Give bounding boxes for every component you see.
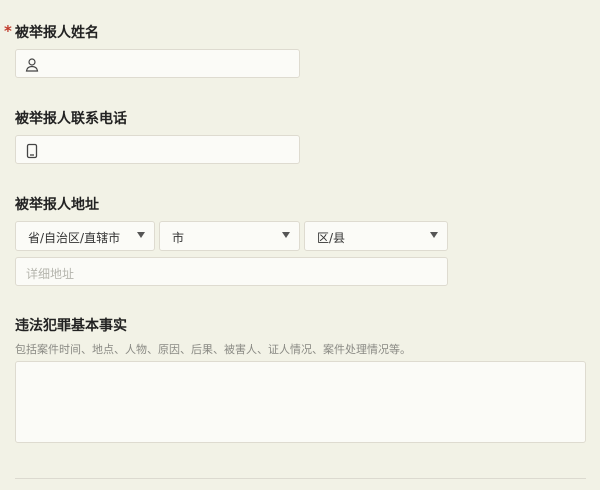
province-select-value: 省/自治区/直辖市 — [28, 231, 121, 245]
divider — [15, 478, 586, 479]
facts-textarea[interactable] — [15, 361, 586, 443]
required-mark: * — [4, 22, 12, 40]
province-select[interactable]: 省/自治区/直辖市 — [15, 221, 155, 251]
address-detail-placeholder: 详细地址 — [26, 267, 75, 281]
chevron-down-icon — [430, 232, 438, 238]
facts-label: 违法犯罪基本事实 — [15, 318, 127, 334]
name-label: 被举报人姓名 — [15, 25, 99, 41]
person-icon — [25, 58, 39, 72]
address-label: 被举报人地址 — [15, 197, 99, 213]
phone-label: 被举报人联系电话 — [15, 111, 127, 127]
address-detail-input[interactable]: 详细地址 — [15, 257, 448, 286]
chevron-down-icon — [282, 232, 290, 238]
city-select-value: 市 — [172, 231, 185, 245]
phone-icon — [26, 143, 38, 159]
facts-hint: 包括案件时间、地点、人物、原因、后果、被害人、证人情况、案件处理情况等。 — [15, 343, 411, 356]
district-select-value: 区/县 — [317, 231, 346, 245]
chevron-down-icon — [137, 232, 145, 238]
phone-input[interactable] — [15, 135, 300, 164]
district-select[interactable]: 区/县 — [304, 221, 448, 251]
name-input[interactable] — [15, 49, 300, 78]
city-select[interactable]: 市 — [159, 221, 300, 251]
